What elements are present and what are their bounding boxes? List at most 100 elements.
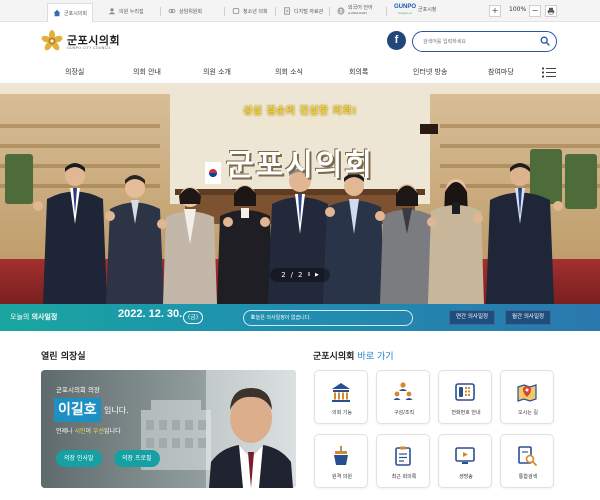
util-separator <box>160 7 161 16</box>
slogan-mid: 이 <box>85 428 92 435</box>
shortcuts-title-main: 군포시의회 <box>313 352 355 362</box>
slogan-highlight-2: 우선 <box>92 428 105 435</box>
monthly-schedule-button[interactable]: 월간 의사일정 <box>505 310 552 325</box>
nav-item-news[interactable]: 의회 소식 <box>275 67 303 77</box>
shortcut-phone-directory[interactable]: 전화번호 안내 <box>438 370 492 424</box>
clipboard-icon <box>395 446 411 466</box>
speaker-portrait <box>206 370 296 488</box>
shortcut-label: 전화번호 안내 <box>451 410 481 416</box>
open-office-title: 열린 의장실 <box>41 352 86 362</box>
phone-icon <box>455 383 475 401</box>
print-icon <box>547 7 555 15</box>
search-icon[interactable] <box>540 36 550 46</box>
podium-icon <box>334 445 348 465</box>
hero-title: 군포시의회 <box>226 148 374 183</box>
slogan-highlight: 시민 <box>74 428 86 435</box>
util-tab-label: 군포시의회 <box>64 10 88 17</box>
facebook-button[interactable]: f <box>387 31 406 50</box>
shortcut-label: 구성/조직 <box>393 410 415 416</box>
annual-schedule-button[interactable]: 연간 의사일정 <box>449 310 496 325</box>
schedule-heading-prefix: 오늘의 <box>10 313 30 321</box>
search-doc-icon <box>518 446 537 466</box>
nav-item-participation[interactable]: 참여마당 <box>488 67 514 77</box>
shortcut-remote-member[interactable]: 원격 의원 <box>314 434 368 488</box>
print-button[interactable] <box>545 5 557 17</box>
gunpo-city-link[interactable]: 군포시청 <box>418 6 436 13</box>
util-separator <box>275 7 276 16</box>
shortcut-label: 최근 회의록 <box>391 474 417 480</box>
speaker-name-box: 이길호 <box>54 398 101 422</box>
util-tab-language[interactable]: 외국어 언어 (LANGUAGE) <box>332 3 378 19</box>
hero-next-button[interactable]: ▶ <box>315 272 319 278</box>
util-tab-label: 청소년 의회 <box>243 8 268 15</box>
shortcut-directions[interactable]: 오시는 길 <box>500 370 554 424</box>
speaker-profile-button[interactable]: 의장 프로필 <box>114 450 160 467</box>
slogan-pre: 언제나 <box>56 428 73 435</box>
search-box <box>412 31 557 52</box>
hero-pager-total: 2 <box>298 271 303 279</box>
building-icon <box>332 383 350 402</box>
schedule-day: (금) <box>183 311 203 324</box>
shortcut-council-function[interactable]: 의회 기능 <box>314 370 368 424</box>
util-tab-digital[interactable]: 디지털 자료관 <box>278 3 328 19</box>
util-separator <box>224 7 225 16</box>
person-icon <box>108 8 116 15</box>
gunpo-logo-subtext: Gunpo-si <box>398 11 412 15</box>
schedule-heading: 오늘의 의사일정 <box>10 312 57 322</box>
site-logo-subtitle: GUNPO CITY COUNCIL <box>67 46 111 50</box>
util-tab-label: 디지털 자료관 <box>294 8 324 15</box>
gunpo-logo-text: GUNPO <box>393 4 416 10</box>
monitor-icon <box>455 447 475 464</box>
map-icon <box>517 384 537 402</box>
shortcut-live-broadcast[interactable]: 생방송 <box>438 434 492 488</box>
shortcut-label: 통합검색 <box>518 474 538 480</box>
shortcut-recent-minutes[interactable]: 최근 회의록 <box>376 434 430 488</box>
council-emblem-icon[interactable] <box>41 30 63 52</box>
hero-pager: 2 / 2 Ⅱ ▶ <box>270 268 330 282</box>
util-tab-label: 상임위원회 <box>179 8 203 15</box>
schedule-date: 2022. 12. 30. <box>118 308 183 320</box>
nav-item-members[interactable]: 의원 소개 <box>203 67 231 77</box>
hero-subtagline: 시민과 함께하는 군포시의회입니다 <box>256 120 344 127</box>
util-tab-members[interactable]: 의원 누리집 <box>103 3 149 19</box>
schedule-notice: 오늘은 의사일정이 없습니다. Ⅱ <box>243 310 413 326</box>
shortcut-label: 원격 의원 <box>332 474 352 480</box>
speaker-name-suffix: 입니다. <box>104 406 129 415</box>
schedule-pause-button[interactable]: Ⅱ <box>251 314 406 321</box>
today-schedule-bar: 오늘의 의사일정 2022. 12. 30. (금) 오늘은 의사일정이 없습니… <box>0 304 600 331</box>
main-nav: 의장실 의회 안내 의원 소개 의회 소식 회의록 인터넷 방송 참여마당 <box>0 62 600 84</box>
shortcuts-title-accent: 바로 가기 <box>357 352 394 362</box>
util-tab-council[interactable]: 군포시의회 <box>47 3 94 22</box>
zoom-in-button[interactable]: + <box>489 5 501 17</box>
util-tab-youth[interactable]: 청소년 의회 <box>227 3 273 19</box>
organization-icon <box>393 382 413 400</box>
shortcut-label: 의회 기능 <box>332 410 352 416</box>
nav-item-council-info[interactable]: 의회 안내 <box>133 67 161 77</box>
speaker-name: 이길호 <box>58 402 97 418</box>
menu-icon[interactable] <box>542 67 556 78</box>
nav-item-broadcast[interactable]: 인터넷 방송 <box>413 67 447 77</box>
shortcut-integrated-search[interactable]: 통합검색 <box>500 434 554 488</box>
nav-item-minutes[interactable]: 회의록 <box>349 67 368 77</box>
youth-icon <box>232 8 240 14</box>
zoom-out-button[interactable]: − <box>529 5 541 17</box>
speaker-card: 군포시의회 의장 이길호 입니다. 언제나 시민이 우선입니다 의장 인사말 의… <box>41 370 296 488</box>
speaker-role: 군포시의회 의장 <box>56 386 100 394</box>
utility-bar: 군포시의회 의원 누리집 상임위원회 청소년 의회 디지털 자료관 외국어 언어… <box>0 0 600 22</box>
speaker-greeting-button[interactable]: 의장 인사말 <box>56 450 102 467</box>
nav-item-speaker-office[interactable]: 의장실 <box>65 67 84 77</box>
hero-banner: 성실 겸손의 진실한 의회! 시민과 함께하는 군포시의회입니다 군포시의회 2… <box>0 84 600 304</box>
zoom-level: 100% <box>509 6 527 13</box>
util-separator <box>329 7 330 16</box>
util-tab-committee[interactable]: 상임위원회 <box>163 3 207 19</box>
hero-pager-separator: / <box>290 271 294 279</box>
gunpo-city-logo[interactable]: GUNPO Gunpo-si <box>393 4 417 18</box>
util-tab-sublabel: (LANGUAGE) <box>348 11 368 15</box>
shortcut-organization[interactable]: 구성/조직 <box>376 370 430 424</box>
hero-pause-button[interactable]: Ⅱ <box>307 272 309 278</box>
globe-icon <box>337 7 345 15</box>
search-input[interactable] <box>423 36 533 47</box>
hero-tagline: 성실 겸손의 진실한 의회! <box>242 106 357 117</box>
link-icon <box>168 8 176 14</box>
shortcuts-title: 군포시의회 바로 가기 <box>313 349 394 362</box>
